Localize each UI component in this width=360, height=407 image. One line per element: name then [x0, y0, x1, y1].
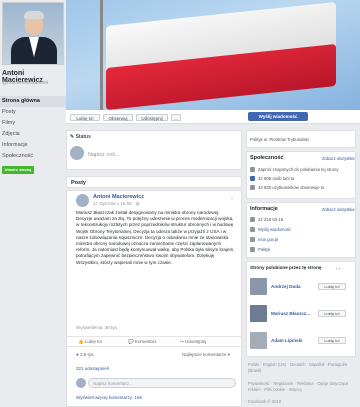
post-views: Wyświetlenia: 38 tys. [76, 325, 118, 330]
followers-count: 43 825 użytkowników obserwuje to [258, 185, 325, 190]
cover-photo [66, 0, 360, 110]
post-options-icon[interactable]: ⌄ [230, 195, 234, 201]
sidebar-item-photos[interactable]: Zdjęcia [0, 129, 66, 140]
footer-links[interactable]: Prywatność · Regulamin · Reklama · Opcje… [248, 381, 354, 393]
website-link[interactable]: mon.gov.pl [258, 237, 278, 242]
liked-page-name[interactable]: Andrzej Duda [271, 284, 301, 289]
profile-picture[interactable] [2, 2, 64, 65]
liked-page-like-button[interactable]: Lubię to! [318, 310, 346, 317]
follow-button[interactable]: Obserwuj [103, 114, 133, 121]
phone-number: 22 219 63 16 [258, 217, 284, 222]
status-tab-label: Status [75, 134, 91, 140]
post-text: Mariusz Błaszczak został desygnowany na … [76, 210, 235, 265]
commenter-avatar [76, 378, 86, 388]
messenger-icon [250, 227, 255, 232]
share-button[interactable]: Udostępnij [136, 114, 168, 121]
status-input[interactable]: Napisz coś... [88, 152, 119, 158]
likes-count: 42 908 osób lubi to [258, 176, 295, 181]
liked-page-like-button[interactable]: Lubię to! [318, 337, 346, 344]
category-link[interactable]: Polityk [258, 247, 270, 252]
reactions-value: 3,8 tys. [79, 352, 95, 357]
comment-icon: 💬 [128, 339, 135, 344]
avatar [70, 146, 84, 160]
send-message-button[interactable]: Wyślij wiadomość [248, 112, 308, 121]
phone-icon [250, 217, 255, 222]
footer-copyright: Facebook © 2018 [248, 399, 282, 404]
info-title: Informacje [250, 206, 278, 212]
globe-icon [250, 237, 255, 242]
liked-pages-title: Strony polubione przez tę stronę [250, 265, 322, 270]
comment-sort-dropdown[interactable]: Najlepsze komentarze ▾ [182, 352, 230, 358]
info-see-all[interactable]: Zobacz wszystkie [322, 207, 355, 212]
post-date-text: 17 stycznia o 16:05 · [93, 201, 136, 206]
view-more-comments[interactable]: Wyświetl więcej komentarzy: 165 [76, 395, 142, 400]
post-author-avatar[interactable] [76, 194, 89, 207]
create-page-button[interactable]: Utwórz stronę [2, 166, 34, 174]
sidebar-item-community[interactable]: Społeczność [0, 151, 66, 162]
politician-location: Polityk w: Piotrków Trybunalski [250, 137, 309, 142]
sidebar-item-home[interactable]: Strona główna [0, 96, 66, 107]
liked-page-avatar[interactable] [250, 305, 267, 322]
sidebar-item-about[interactable]: Informacje [0, 140, 66, 151]
sort-label: Najlepsze komentarze [182, 352, 227, 357]
community-see-all[interactable]: Zobacz wszystkie [322, 156, 355, 161]
globe-icon: ◍ [135, 201, 140, 206]
rss-icon [250, 185, 255, 190]
chevron-down-icon: ▾ [227, 352, 231, 357]
more-options-button[interactable]: ... [171, 114, 181, 121]
thumbs-up-icon: 👍 [78, 339, 85, 344]
comment-input[interactable]: Napisz komentarz... [88, 378, 236, 388]
post-author[interactable]: Antoni Macierewicz [93, 194, 144, 200]
like-page-button[interactable]: Lubię to! [70, 114, 100, 121]
liked-page-name[interactable]: Adam Lipiński [271, 338, 302, 343]
tag-icon [250, 247, 255, 252]
post-comment-label: Komentarz [134, 339, 157, 344]
post-like-button[interactable]: 👍 Lubię to! [78, 339, 102, 345]
left-sidebar: Antoni Macierewicz @macierewiczantoni St… [0, 0, 66, 407]
invite-friends[interactable]: Zaproś znajomych do polubienia tej stron… [258, 167, 339, 172]
status-composer [66, 130, 242, 170]
post-date[interactable]: 17 stycznia o 16:05 · ◍ [93, 201, 140, 207]
footer-languages[interactable]: Polski · English (US) · Deutsch · Españo… [248, 362, 354, 374]
posts-header: Posty [66, 176, 242, 188]
community-title: Społeczność [250, 155, 284, 161]
sidebar-item-videos[interactable]: Filmy [0, 118, 66, 129]
liked-page-name[interactable]: Mariusz Błaszcz... [271, 311, 310, 316]
liked-pages-nav[interactable]: ‹ › [336, 266, 340, 271]
reactions-count[interactable]: ● 3,8 tys. [76, 352, 94, 357]
liked-page-avatar[interactable] [250, 332, 267, 349]
liked-page-like-button[interactable]: Lubię to! [318, 283, 346, 290]
page-handle[interactable]: @macierewiczantoni [2, 80, 48, 86]
post-share-button[interactable]: ↪ Udostępnij [180, 339, 206, 345]
sidebar-item-posts[interactable]: Posty [0, 107, 66, 118]
tab-status[interactable]: ✎ Status [70, 134, 91, 140]
post-like-label: Lubię to! [84, 339, 103, 344]
liked-page-avatar[interactable] [250, 278, 267, 295]
post-comment-button[interactable]: 💬 Komentarz [128, 339, 157, 345]
info-send-message[interactable]: Wyślij wiadomość [258, 227, 291, 232]
post-share-label: Udostępnij [185, 339, 207, 344]
invite-icon [250, 167, 255, 172]
thumbs-up-icon [250, 176, 255, 181]
shares-count[interactable]: 321 udostępnień [76, 366, 109, 371]
